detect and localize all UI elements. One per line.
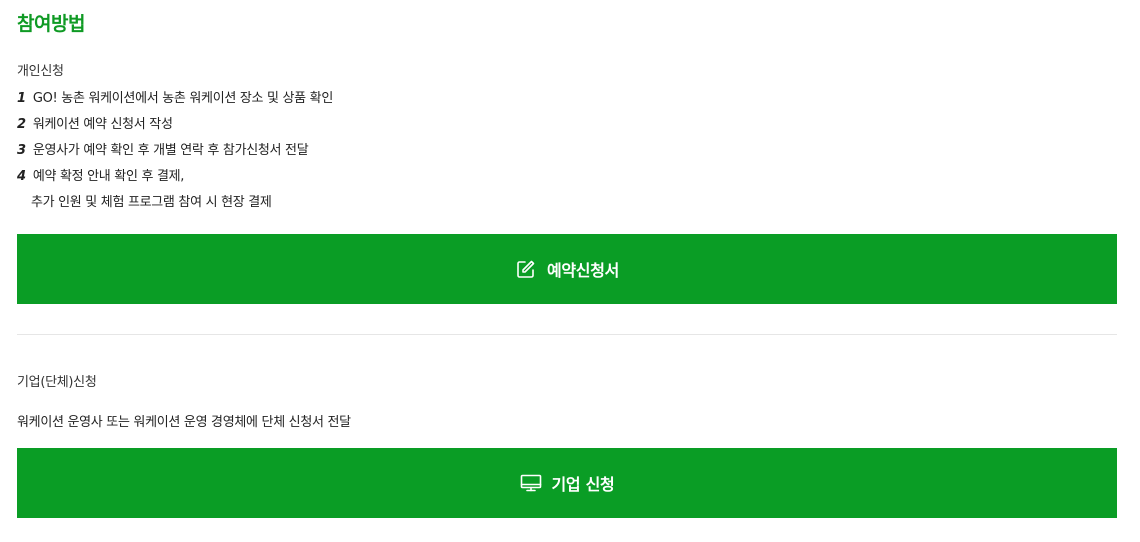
reservation-form-button[interactable]: 예약신청서 — [17, 234, 1117, 304]
step-item: 2 워케이션 예약 신청서 작성 — [17, 115, 333, 141]
step-number: 3 — [17, 143, 26, 158]
step-number: 4 — [17, 169, 26, 184]
monitor-icon — [520, 472, 542, 494]
section-divider — [17, 334, 1117, 335]
corporate-apply-button-label: 기업 신청 — [551, 475, 615, 494]
corporate-description: 워케이션 운영사 또는 워케이션 운영 경영체에 단체 신청서 전달 — [17, 415, 351, 430]
personal-steps-list: 1 GO! 농촌 워케이션에서 농촌 워케이션 장소 및 상품 확인 2 워케이… — [17, 89, 333, 210]
edit-icon — [515, 258, 537, 280]
step-item: 3 운영사가 예약 확인 후 개별 연락 후 참가신청서 전달 — [17, 141, 333, 167]
step-text: 예약 확정 안내 확인 후 결제, — [32, 169, 185, 184]
step-number: 2 — [17, 117, 26, 132]
step-number: 1 — [17, 91, 26, 106]
step-text-continued: 추가 인원 및 체험 프로그램 참여 시 현장 결제 — [31, 195, 272, 210]
reservation-form-button-label: 예약신청서 — [546, 261, 620, 280]
section-title: 참여방법 — [17, 13, 85, 35]
step-text: 운영사가 예약 확인 후 개별 연락 후 참가신청서 전달 — [32, 143, 309, 158]
step-item: 4 예약 확정 안내 확인 후 결제, 추가 인원 및 체험 프로그램 참여 시… — [17, 167, 333, 210]
corporate-label: 기업(단체)신청 — [17, 375, 97, 390]
step-text: 워케이션 예약 신청서 작성 — [32, 117, 173, 132]
step-text: GO! 농촌 워케이션에서 농촌 워케이션 장소 및 상품 확인 — [32, 91, 333, 106]
personal-label: 개인신청 — [17, 64, 64, 79]
corporate-apply-button[interactable]: 기업 신청 — [17, 448, 1117, 518]
step-item: 1 GO! 농촌 워케이션에서 농촌 워케이션 장소 및 상품 확인 — [17, 89, 333, 115]
